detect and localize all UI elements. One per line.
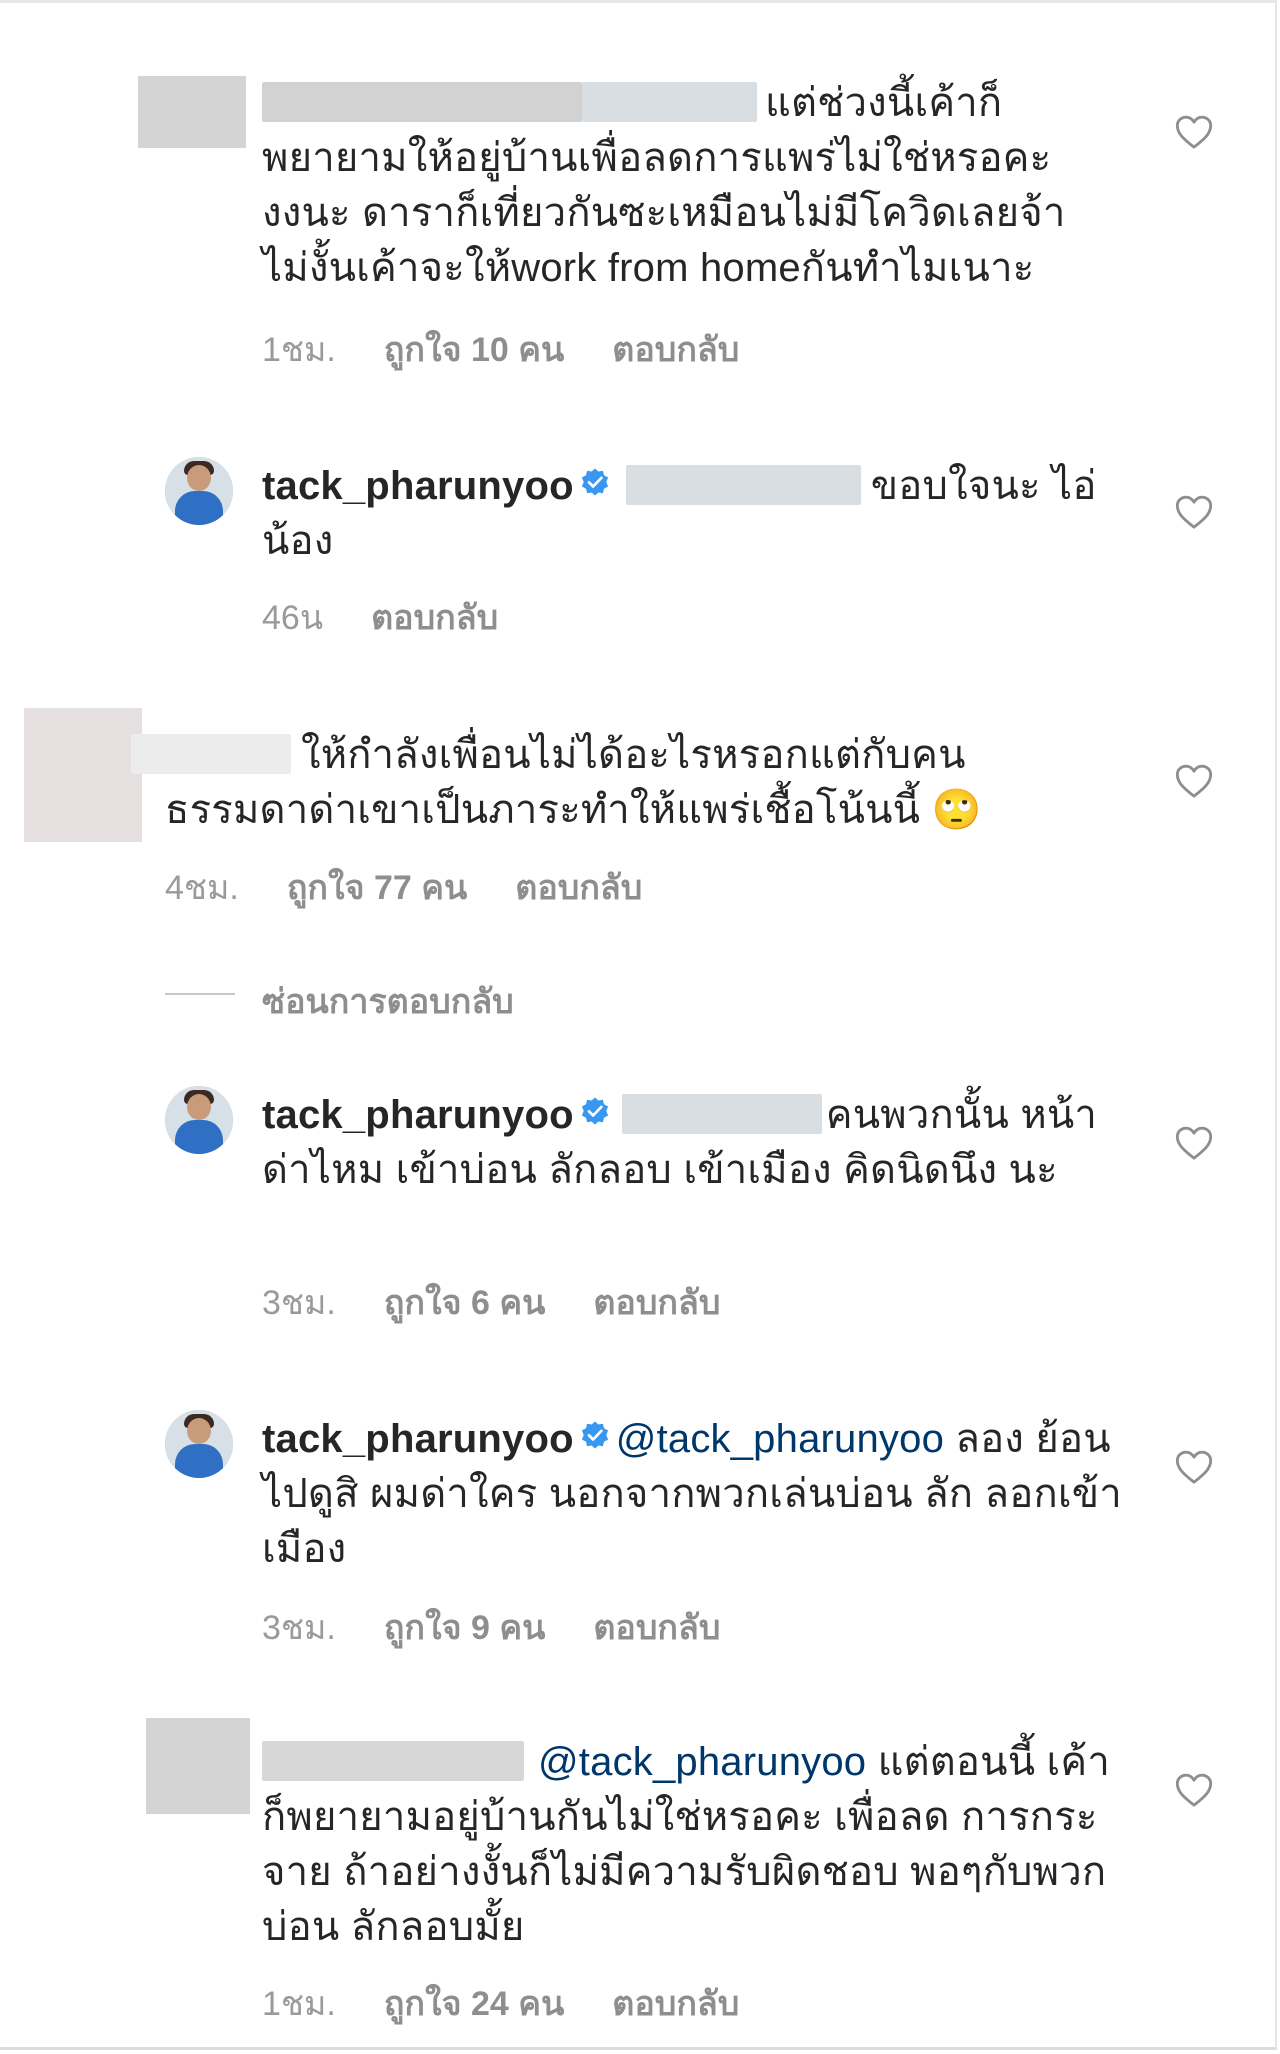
comment-1-text: แต่ช่วงนี้เค้าก็ พยายามให้อยู่บ้านเพื่อล… [262,76,1122,296]
comment-6-meta: 1ชม. ถูกใจ 24 คน ตอบกลับ [262,1976,787,2030]
comment-3-likes[interactable]: ถูกใจ 77 คน [287,869,467,907]
verified-badge-icon [580,1096,610,1126]
like-heart-icon[interactable] [1174,1124,1214,1164]
comment-2-text: tack_pharunyoo ขอบใจนะ ไอ่น้อง [262,459,1122,569]
comment-5-reply-button[interactable]: ตอบกลับ [593,1609,720,1647]
comment-4-reply-button[interactable]: ตอบกลับ [593,1284,720,1322]
avatar[interactable] [165,1410,233,1478]
comment-3-reply-button[interactable]: ตอบกลับ [515,869,642,907]
comment-5-time: 3ชม. [262,1609,336,1647]
comment-4-likes[interactable]: ถูกใจ 6 คน [384,1284,545,1322]
like-heart-icon[interactable] [1174,1448,1214,1488]
comment-2-time: 46น [262,599,324,637]
redacted-username [131,734,291,774]
like-heart-icon[interactable] [1174,1771,1214,1811]
redacted-username [262,82,582,122]
comment-2-reply-button[interactable]: ตอบกลับ [371,599,498,637]
hide-replies-divider [165,993,235,995]
eye-roll-emoji-icon: 🙄 [931,788,982,832]
redacted-username [262,1741,524,1781]
avatar[interactable] [165,457,233,525]
comment-1-reply-button[interactable]: ตอบกลับ [612,331,739,369]
redacted-avatar [146,1718,250,1814]
redacted-mention [582,82,757,122]
comment-6-mention-link[interactable]: @tack_pharunyoo [538,1740,866,1784]
like-heart-icon[interactable] [1174,113,1214,153]
comment-4-username[interactable]: tack_pharunyoo [262,1093,574,1137]
comment-6-reply-button[interactable]: ตอบกลับ [612,1985,739,2023]
comment-5-username[interactable]: tack_pharunyoo [262,1417,574,1461]
comment-6-text: @tack_pharunyoo แต่ตอนนี้ เค้าก็พยายามอย… [262,1735,1122,1955]
comment-1-time: 1ชม. [262,331,336,369]
redacted-mention [625,465,861,505]
hide-replies-button[interactable]: ซ่อนการตอบกลับ [262,974,514,1028]
comment-3-meta: 4ชม. ถูกใจ 77 คน ตอบกลับ [165,860,690,914]
comment-3-time: 4ชม. [165,869,239,907]
comment-4-text: tack_pharunyoo คนพวกนั้น หน้าด่าไหม เข้าบ… [262,1088,1122,1198]
comment-6-time: 1ชม. [262,1985,336,2023]
comment-5-meta: 3ชม. ถูกใจ 9 คน ตอบกลับ [262,1600,768,1654]
verified-badge-icon [580,1420,610,1450]
comment-2-meta: 46น ตอบกลับ [262,590,546,644]
comment-5-likes[interactable]: ถูกใจ 9 คน [384,1609,545,1647]
redacted-avatar [138,76,246,148]
redacted-mention [621,1094,822,1134]
comment-3-text: ให้กำลังเพื่อนไม่ได้อะไรหรอกแต่กับคน ธรร… [131,728,1065,838]
comment-2-username[interactable]: tack_pharunyoo [262,464,574,508]
comment-4-time: 3ชม. [262,1284,336,1322]
comment-1-meta: 1ชม. ถูกใจ 10 คน ตอบกลับ [262,322,787,376]
avatar[interactable] [165,1086,233,1154]
comment-4-meta: 3ชม. ถูกใจ 6 คน ตอบกลับ [262,1275,768,1329]
verified-badge-icon [580,467,610,497]
redacted-avatar [24,708,142,842]
like-heart-icon[interactable] [1174,493,1214,533]
comment-6-likes[interactable]: ถูกใจ 24 คน [384,1985,564,2023]
comment-1-likes[interactable]: ถูกใจ 10 คน [384,331,564,369]
comment-5-mention-link[interactable]: @tack_pharunyoo [616,1417,944,1461]
like-heart-icon[interactable] [1174,762,1214,802]
comment-5-text: tack_pharunyoo @tack_pharunyoo ลอง ย้อนไป… [262,1412,1142,1577]
